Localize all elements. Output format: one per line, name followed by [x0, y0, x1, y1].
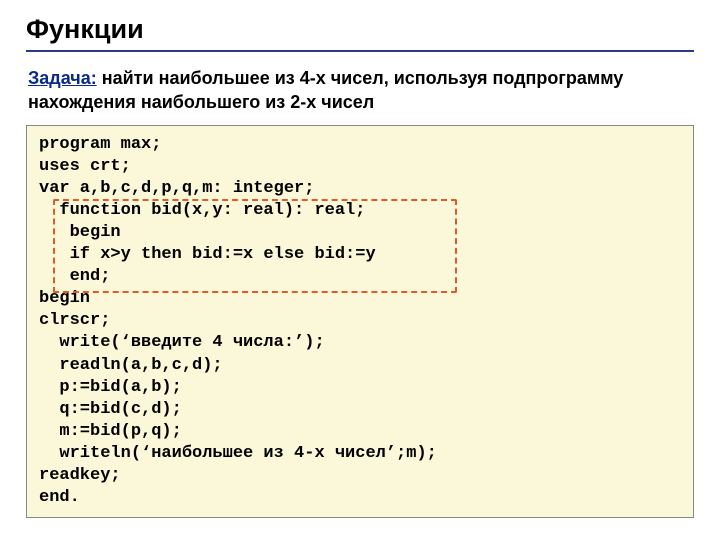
code-line: readln(a,b,c,d); [39, 355, 681, 377]
code-line: if x>y then bid:=x else bid:=y [39, 244, 681, 266]
code-line: q:=bid(c,d); [39, 399, 681, 421]
task-statement: Задача: найти наибольшее из 4-х чисел, и… [26, 66, 694, 115]
code-line: end; [39, 266, 681, 288]
code-block: program max; uses crt; var a,b,c,d,p,q,m… [26, 125, 694, 519]
slide: Функции Задача: найти наибольшее из 4-х … [0, 0, 720, 536]
code-line: p:=bid(a,b); [39, 377, 681, 399]
task-text: найти наибольшее из 4-х чисел, используя… [28, 68, 623, 112]
page-title: Функции [26, 14, 694, 52]
code-line: uses crt; [39, 156, 681, 178]
code-line: writeln(‘наибольшее из 4-х чисел’;m); [39, 443, 681, 465]
code-line: clrscr; [39, 310, 681, 332]
task-label: Задача: [28, 68, 97, 88]
code-line: m:=bid(p,q); [39, 421, 681, 443]
code-line: var a,b,c,d,p,q,m: integer; [39, 178, 681, 200]
code-line: write(‘введите 4 числа:’); [39, 332, 681, 354]
code-line: begin [39, 288, 681, 310]
code-line: function bid(x,y: real): real; [39, 200, 681, 222]
code-line: begin [39, 222, 681, 244]
code-line: readkey; [39, 465, 681, 487]
code-line: end. [39, 487, 681, 509]
code-line: program max; [39, 134, 681, 156]
